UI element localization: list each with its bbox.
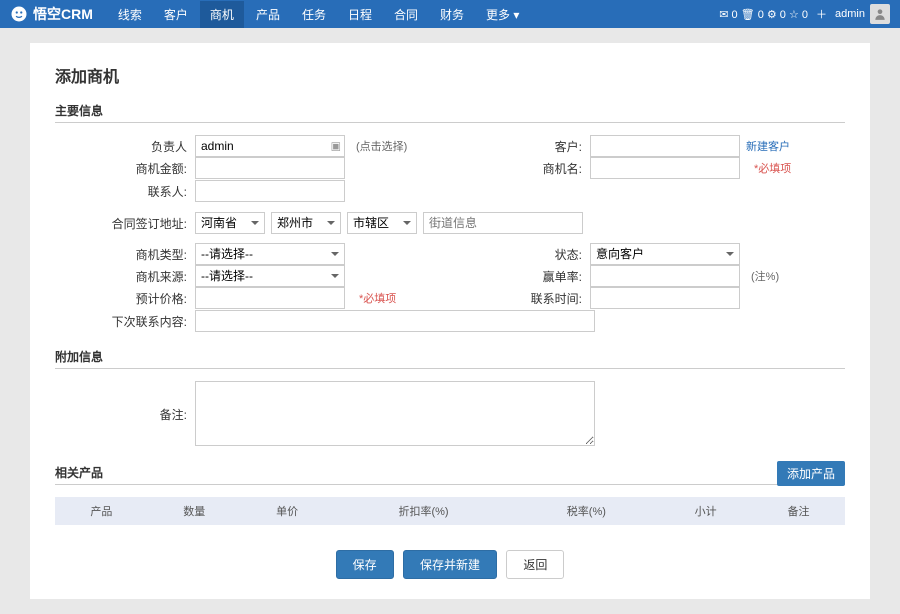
save-new-button[interactable]: 保存并新建 xyxy=(403,550,497,579)
nav-links: 线索客户商机产品任务日程合同财务更多 ▾ xyxy=(108,1,719,28)
label-contact: 联系人: xyxy=(55,183,195,200)
save-button[interactable]: 保存 xyxy=(336,550,394,579)
product-table: 产品数量单价折扣率(%)税率(%)小计备注 xyxy=(55,497,845,525)
table-col-header: 小计 xyxy=(659,497,752,525)
card-icon: ▣ xyxy=(331,140,341,153)
click-select-hint: (点击选择) xyxy=(356,138,407,154)
username: admin xyxy=(835,8,865,20)
nav-item-7[interactable]: 财务 xyxy=(430,1,474,28)
label-customer: 客户: xyxy=(450,138,590,155)
nav-item-4[interactable]: 任务 xyxy=(292,1,336,28)
section-main-info: 主要信息 xyxy=(55,102,845,123)
label-status: 状态: xyxy=(450,246,590,263)
avatar xyxy=(870,4,890,24)
winrate-hint: (注%) xyxy=(751,268,779,284)
nav-item-0[interactable]: 线索 xyxy=(108,1,152,28)
table-col-header: 折扣率(%) xyxy=(334,497,514,525)
province-select[interactable]: 河南省 xyxy=(195,212,265,234)
opp-name-input[interactable] xyxy=(590,157,740,179)
customer-input[interactable] xyxy=(590,135,740,157)
brand-logo[interactable]: 悟空CRM xyxy=(10,4,93,24)
user-menu[interactable]: admin xyxy=(835,4,890,24)
form-actions: 保存 保存并新建 返回 xyxy=(55,550,845,579)
status-select[interactable]: 意向客户 xyxy=(590,243,740,265)
nav-item-1[interactable]: 客户 xyxy=(154,1,198,28)
nav-item-8[interactable]: 更多 ▾ xyxy=(476,1,529,28)
required-price: *必填项 xyxy=(359,290,396,306)
new-customer-link[interactable]: 新建客户 xyxy=(746,138,790,154)
label-remark: 备注: xyxy=(55,381,195,423)
main-navbar: 悟空CRM 线索客户商机产品任务日程合同财务更多 ▾ ✉ 0 🗑 0 ⚙ 0 ☆… xyxy=(0,0,900,28)
table-col-header: 数量 xyxy=(148,497,241,525)
app-name: 悟空CRM xyxy=(33,4,93,24)
label-address: 合同签订地址: xyxy=(55,215,195,232)
street-input[interactable] xyxy=(423,212,583,234)
back-button[interactable]: 返回 xyxy=(506,550,564,579)
notifications[interactable]: ✉ 0 🗑 0 ⚙ 0 ☆ 0 xyxy=(719,8,808,21)
page-content: 添加商机 主要信息 负责人 ▣ (点击选择) 客户: 新建客户 xyxy=(30,43,870,599)
estprice-input[interactable] xyxy=(195,287,345,309)
nav-item-6[interactable]: 合同 xyxy=(384,1,428,28)
city-select[interactable]: 郑州市 xyxy=(271,212,341,234)
winrate-input[interactable] xyxy=(590,265,740,287)
source-select[interactable]: --请选择-- xyxy=(195,265,345,287)
label-opp-name: 商机名: xyxy=(450,160,590,177)
label-winrate: 赢单率: xyxy=(450,268,590,285)
table-col-header: 单价 xyxy=(241,497,334,525)
nav-item-3[interactable]: 产品 xyxy=(246,1,290,28)
label-source: 商机来源: xyxy=(55,268,195,285)
remark-textarea[interactable] xyxy=(195,381,595,446)
next-content-input[interactable] xyxy=(195,310,595,332)
label-type: 商机类型: xyxy=(55,246,195,263)
table-col-header: 税率(%) xyxy=(513,497,659,525)
table-col-header: 产品 xyxy=(55,497,148,525)
required-name: *必填项 xyxy=(754,160,791,176)
page-title: 添加商机 xyxy=(55,63,845,87)
label-estprice: 预计价格: xyxy=(55,290,195,307)
add-product-button[interactable]: 添加产品 xyxy=(777,461,845,486)
section-extra-info: 附加信息 xyxy=(55,348,845,369)
nav-right: ✉ 0 🗑 0 ⚙ 0 ☆ 0 ＋ admin xyxy=(719,4,890,24)
nav-item-2[interactable]: 商机 xyxy=(200,1,244,28)
type-select[interactable]: --请选择-- xyxy=(195,243,345,265)
plus-button[interactable]: ＋ xyxy=(816,6,827,22)
amount-input[interactable] xyxy=(195,157,345,179)
contact-input[interactable] xyxy=(195,180,345,202)
section-products: 相关产品 xyxy=(55,464,845,485)
label-next-content: 下次联系内容: xyxy=(55,313,195,330)
district-select[interactable]: 市辖区 xyxy=(347,212,417,234)
label-contact-time: 联系时间: xyxy=(450,290,590,307)
contact-time-input[interactable] xyxy=(590,287,740,309)
nav-item-5[interactable]: 日程 xyxy=(338,1,382,28)
label-amount: 商机金额: xyxy=(55,160,195,177)
monkey-icon xyxy=(10,5,28,23)
label-owner: 负责人 xyxy=(55,138,195,155)
owner-input[interactable] xyxy=(195,135,345,157)
table-col-header: 备注 xyxy=(752,497,845,525)
